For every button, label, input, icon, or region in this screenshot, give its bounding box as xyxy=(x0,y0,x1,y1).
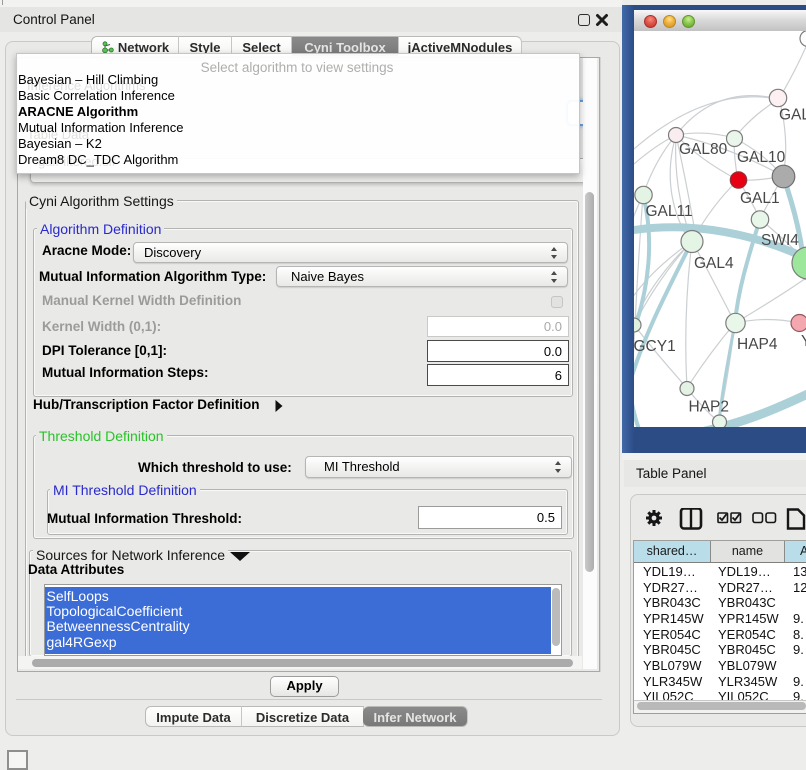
svg-text:GCY1: GCY1 xyxy=(634,338,676,355)
svg-text:HAP4: HAP4 xyxy=(737,336,778,353)
svg-text:SWI4: SWI4 xyxy=(761,232,799,249)
svg-text:HAP2: HAP2 xyxy=(689,399,730,416)
svg-text:GAL1: GAL1 xyxy=(740,190,780,207)
svg-text:GAL4: GAL4 xyxy=(694,255,734,272)
svg-text:GAL2: GAL2 xyxy=(779,107,806,124)
svg-text:GAL10: GAL10 xyxy=(737,149,786,166)
svg-text:YJ: YJ xyxy=(801,333,806,350)
svg-text:GAL11: GAL11 xyxy=(646,203,693,220)
svg-text:GAL80: GAL80 xyxy=(679,141,728,158)
